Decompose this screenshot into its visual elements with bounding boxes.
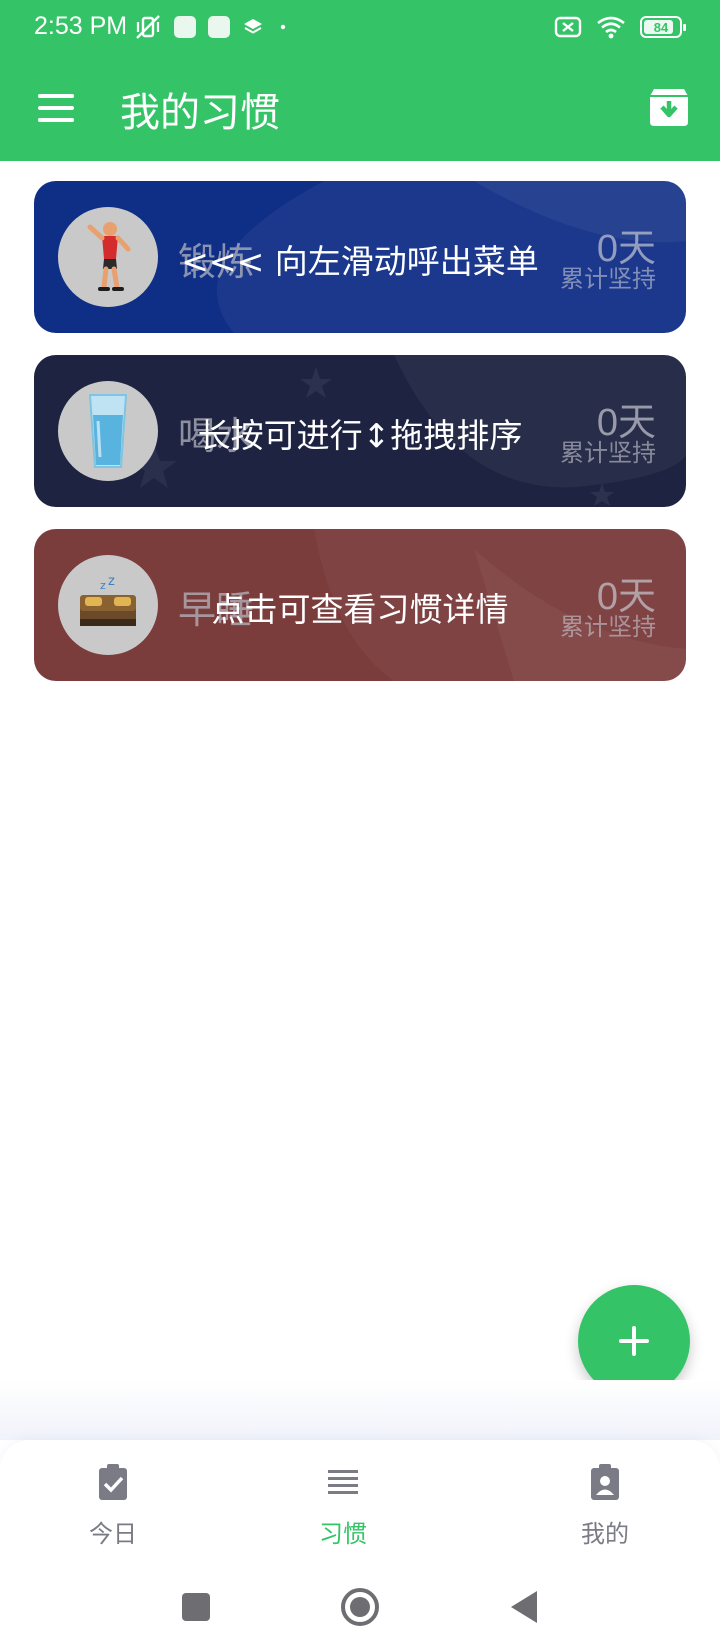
- tutorial-hint: 点击可查看习惯详情: [211, 590, 509, 629]
- status-notification-icons: [134, 12, 290, 42]
- status-system-icons: 84: [554, 12, 686, 42]
- nav-item-habits[interactable]: 习惯: [283, 1462, 403, 1549]
- archive-download-icon: [650, 89, 688, 126]
- bottom-nav: 今日 习惯 我的: [0, 1440, 720, 1570]
- tutorial-hint: <<< 向左滑动呼出菜单: [181, 242, 539, 281]
- clipboard-person-icon: [591, 1464, 619, 1500]
- archive-button[interactable]: [644, 82, 694, 132]
- menu-button[interactable]: [30, 86, 82, 130]
- menu-icon-line: [38, 106, 74, 110]
- nav-label: 我的: [581, 1520, 629, 1548]
- back-triangle-icon[interactable]: [505, 1587, 543, 1627]
- status-time: 2:53 PM: [34, 12, 128, 40]
- battery-icon: 84: [640, 16, 686, 38]
- clipboard-check-icon: [99, 1464, 127, 1500]
- home-circle-icon[interactable]: [339, 1586, 381, 1628]
- nav-label: 今日: [89, 1520, 137, 1548]
- nav-item-today[interactable]: 今日: [53, 1462, 173, 1549]
- app-bar: 我的习惯: [0, 54, 720, 161]
- layers-icon: [244, 19, 262, 34]
- menu-icon-line: [38, 118, 74, 122]
- habit-card-water[interactable]: 喝水 0天 累计坚持 长按可进行↕拖拽排序: [34, 355, 686, 507]
- battery-level: 84: [653, 19, 669, 35]
- notification-square-icon: [174, 16, 196, 38]
- vibrate-mute-icon: [136, 15, 160, 39]
- no-sim-icon: [554, 16, 582, 38]
- notification-square-icon: [208, 16, 230, 38]
- recent-apps-square-icon[interactable]: [177, 1588, 215, 1626]
- list-lines-icon: [328, 1470, 358, 1494]
- page-title: 我的习惯: [120, 90, 280, 136]
- status-bar: 2:53 PM 84: [0, 0, 720, 54]
- nav-label: 习惯: [319, 1520, 367, 1548]
- tutorial-hint: 长按可进行↕拖拽排序: [197, 416, 523, 455]
- habit-card-sleep[interactable]: z z 早睡 0天 累计坚持 点击可查看习惯详情: [34, 529, 686, 681]
- wifi-icon: [597, 16, 625, 39]
- dot-icon: [280, 24, 286, 30]
- bottom-fade: [0, 1380, 720, 1440]
- system-nav-bar: [0, 1570, 720, 1650]
- habit-card-exercise[interactable]: 锻炼 0天 累计坚持 <<< 向左滑动呼出菜单: [34, 181, 686, 333]
- menu-icon-line: [38, 94, 74, 98]
- nav-item-mine[interactable]: 我的: [545, 1462, 665, 1549]
